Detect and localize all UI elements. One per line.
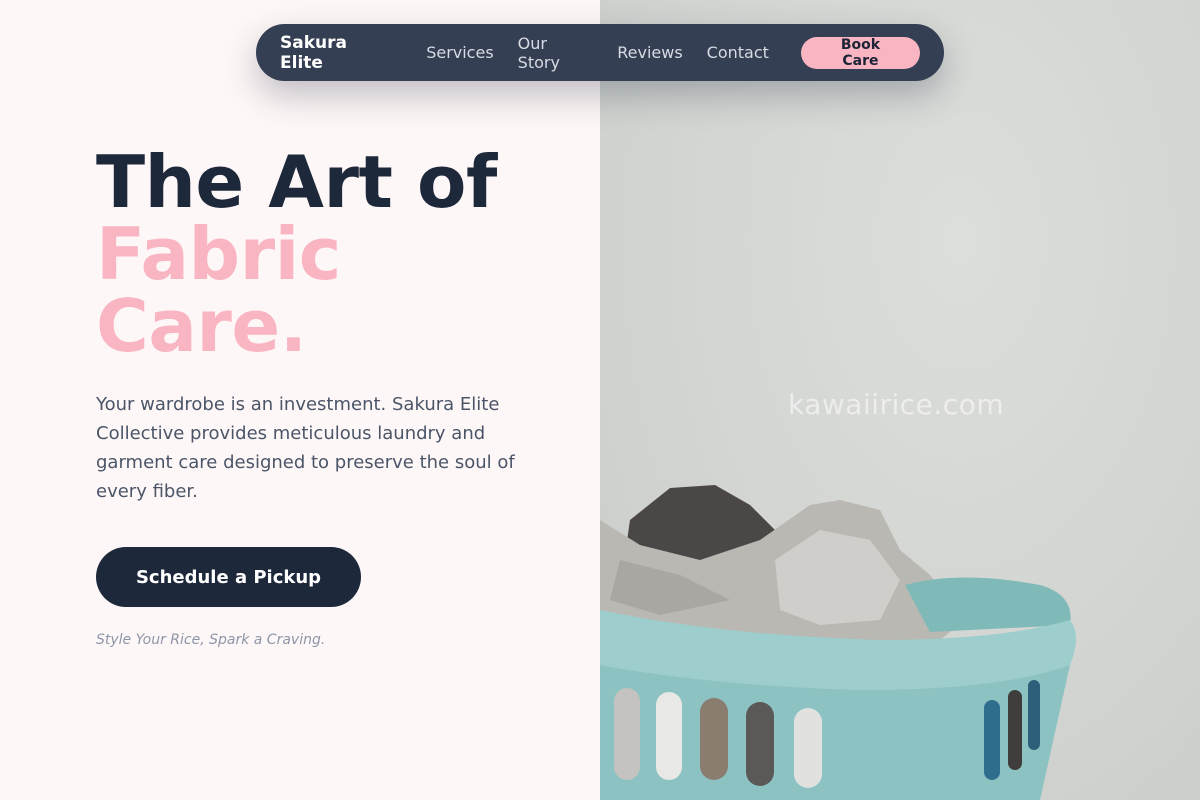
basket-slot [656,692,682,780]
top-navigation: Sakura Elite Services Our Story Reviews … [256,24,944,81]
basket-slot [1008,690,1022,770]
basket-slot [794,708,822,788]
hero-title-line-1: The Art of [96,140,497,224]
basket-slot [700,698,728,780]
watermark: kawaiirice.com [788,388,1005,421]
schedule-pickup-button[interactable]: Schedule a Pickup [96,547,361,607]
basket-slot [984,700,1000,780]
nav-link-reviews[interactable]: Reviews [617,43,682,62]
book-care-button[interactable]: Book Care [800,36,920,69]
basket-inner-rim [905,577,1071,632]
brand-logo[interactable]: Sakura Elite [280,33,394,73]
hero-image: kawaiirice.com [600,0,1200,800]
hero-title-line-3: Care. [96,284,307,368]
tagline: Style Your Rice, Spark a Craving. [96,632,326,648]
basket-slot [1028,680,1040,750]
basket-slot [746,702,774,786]
hero-title: The Art of Fabric Care. [96,146,497,362]
nav-link-contact[interactable]: Contact [707,43,769,62]
nav-link-services[interactable]: Services [426,43,493,62]
hero-title-line-2: Fabric [96,212,341,296]
nav-link-our-story[interactable]: Our Story [518,34,594,72]
hero-description: Your wardrobe is an investment. Sakura E… [96,394,515,502]
basket-slot [614,688,640,780]
